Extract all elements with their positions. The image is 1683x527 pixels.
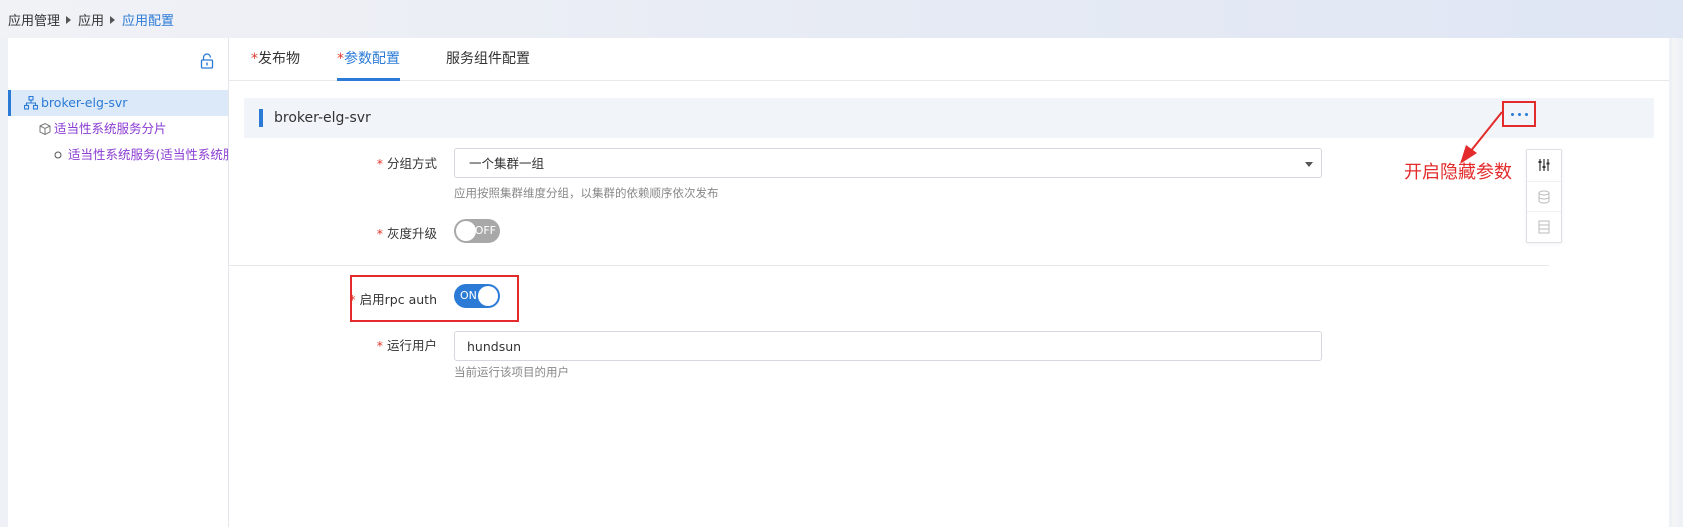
lock-icon[interactable] [200, 53, 214, 69]
server-icon [1538, 220, 1550, 234]
breadcrumb-item-app[interactable]: 应用 [78, 10, 104, 29]
chevron-down-icon [1305, 162, 1313, 167]
toolbox-database-button[interactable] [1527, 181, 1561, 212]
tree-node-label: broker-elg-svr [41, 95, 128, 110]
required-mark: * [251, 51, 258, 67]
section-header: broker-elg-svr [244, 98, 1654, 138]
app-tree: broker-elg-svr 适当性系统服务分片 适当性系统服务(适当性系统服务 [8, 90, 228, 168]
rpc-auth-toggle[interactable]: ON [454, 284, 500, 308]
tab-label: 参数配置 [344, 51, 400, 67]
circle-icon [54, 151, 62, 159]
database-icon [1538, 190, 1550, 204]
breadcrumb-separator-icon [66, 15, 72, 24]
breadcrumb: 应用管理 应用 应用配置 [8, 10, 174, 29]
section-divider [229, 265, 1549, 266]
breadcrumb-item-app-management[interactable]: 应用管理 [8, 10, 60, 29]
section-accent-bar [259, 109, 263, 127]
toggle-knob [478, 286, 498, 306]
tab-service-component-config[interactable]: 服务组件配置 [446, 38, 530, 80]
vertical-scrollbar[interactable] [1672, 38, 1678, 527]
required-mark: * [337, 51, 344, 67]
tree-node-label: 适当性系统服务(适当性系统服务 [68, 147, 228, 162]
tab-label: 发布物 [258, 51, 300, 67]
group-mode-label: * 分组方式 [376, 156, 437, 171]
cube-icon [39, 122, 51, 136]
group-mode-select[interactable]: 一个集群一组 [454, 148, 1322, 178]
required-mark: * [376, 338, 383, 353]
floating-toolbox [1526, 149, 1562, 243]
org-tree-icon [24, 96, 38, 110]
group-mode-help: 应用按照集群维度分组，以集群的依赖顺序依次发布 [454, 186, 719, 200]
breadcrumb-item-app-config: 应用配置 [122, 14, 175, 29]
required-mark: * [376, 156, 383, 171]
run-user-label: * 运行用户 [376, 338, 437, 353]
tab-label: 服务组件配置 [446, 51, 530, 67]
toggle-state-text: OFF [474, 224, 496, 237]
tree-node-label: 适当性系统服务分片 [54, 121, 167, 136]
breadcrumb-separator-icon [110, 15, 116, 24]
toolbox-settings-button[interactable] [1527, 150, 1561, 180]
tab-publish-artifacts[interactable]: *发布物 [251, 38, 300, 80]
tree-panel: broker-elg-svr 适当性系统服务分片 适当性系统服务(适当性系统服务 [8, 38, 229, 527]
rpc-auth-label: * 启用rpc auth [349, 292, 437, 307]
toggle-state-text: ON [460, 289, 477, 302]
toolbox-server-button[interactable] [1527, 211, 1561, 242]
more-dots-icon [1510, 112, 1514, 116]
required-mark: * [349, 292, 356, 307]
gray-upgrade-label: * 灰度升级 [376, 226, 437, 241]
run-user-input[interactable] [454, 331, 1322, 361]
tree-node-service[interactable]: 适当性系统服务(适当性系统服务 [8, 142, 228, 168]
tab-parameter-config[interactable]: *参数配置 [337, 38, 400, 81]
tab-bar: *发布物 *参数配置 服务组件配置 [229, 38, 1669, 81]
tree-node-root[interactable]: broker-elg-svr [8, 90, 228, 116]
top-bar: 应用管理 应用 应用配置 [0, 0, 1683, 38]
gray-upgrade-toggle[interactable]: OFF [454, 219, 500, 243]
group-mode-value: 一个集群一组 [469, 156, 545, 171]
sliders-icon [1538, 159, 1550, 171]
section-title: broker-elg-svr [274, 110, 371, 126]
annotation-text: 开启隐藏参数 [1404, 162, 1512, 183]
required-mark: * [376, 226, 383, 241]
run-user-help: 当前运行该项目的用户 [454, 365, 569, 379]
toggle-knob [456, 221, 476, 241]
tree-node-shard[interactable]: 适当性系统服务分片 [8, 116, 228, 142]
